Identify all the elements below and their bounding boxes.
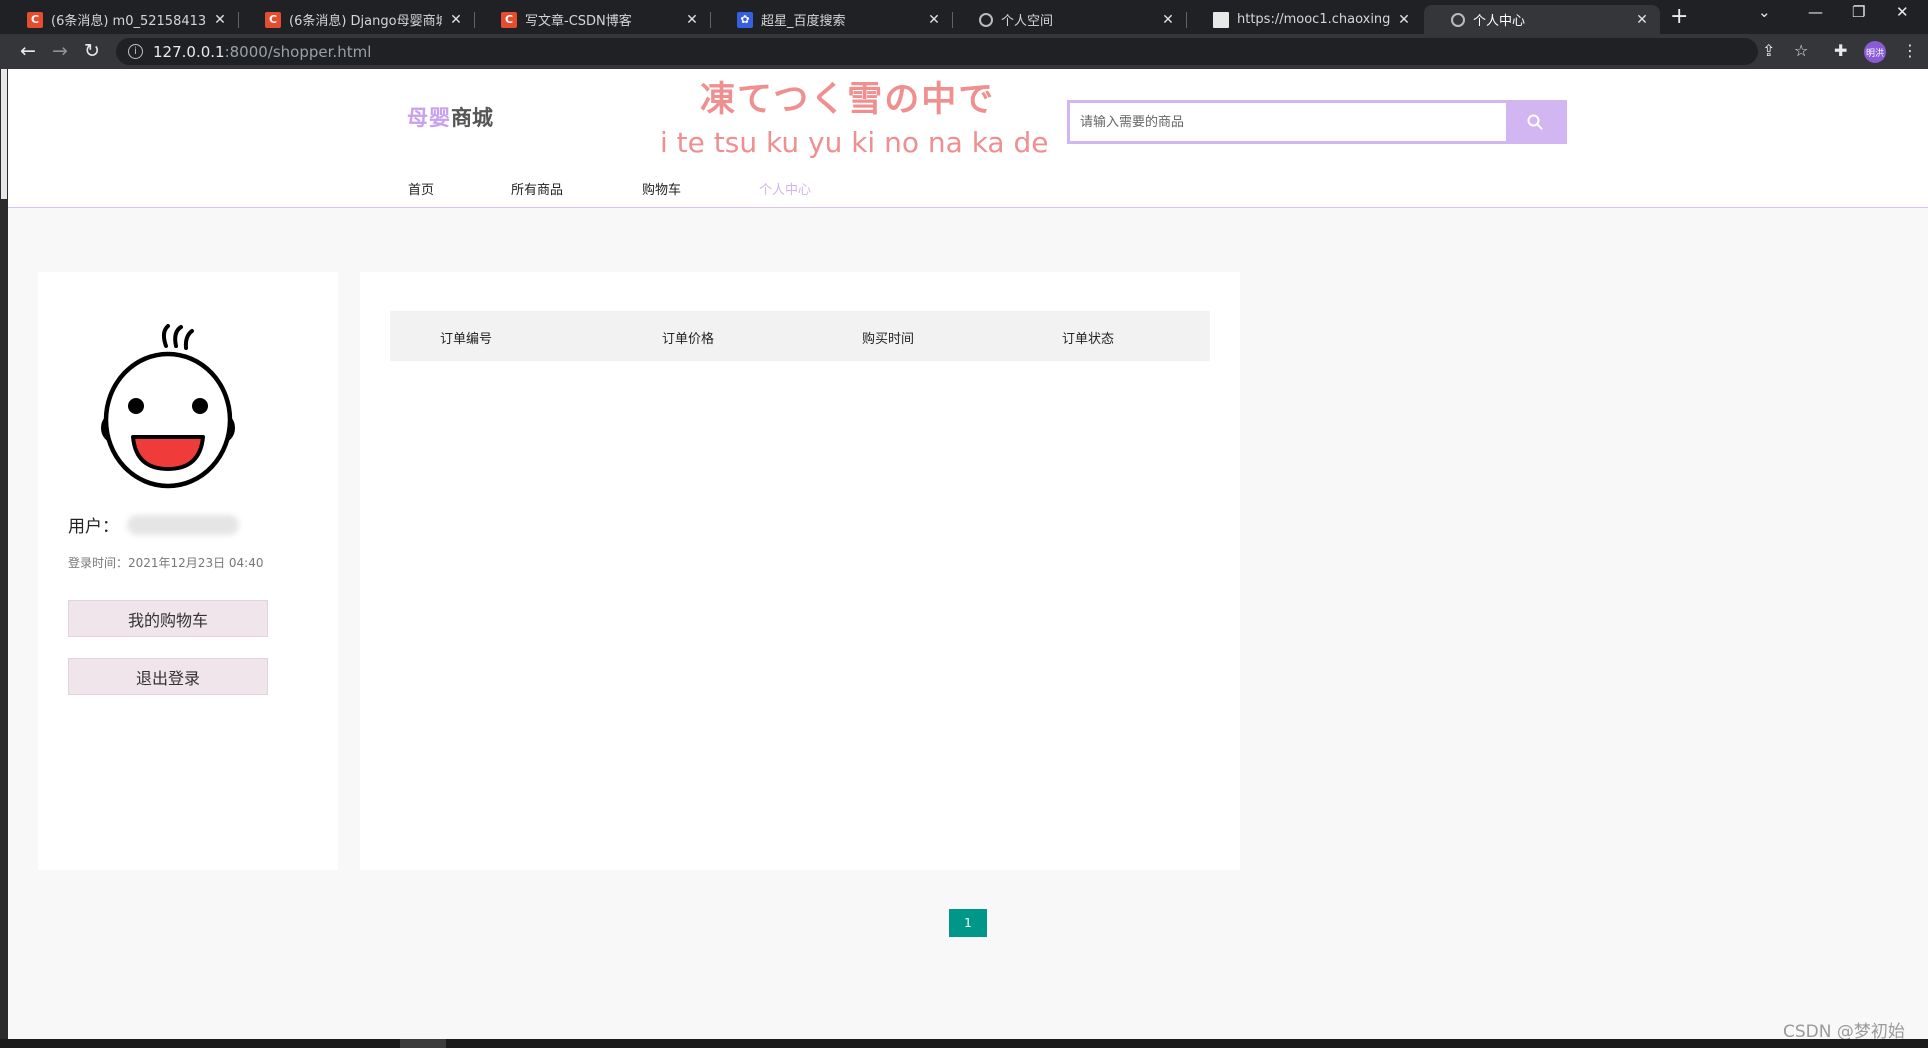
logout-button[interactable]: 退出登录 [68,658,268,695]
column-purchase-time: 购买时间 [862,332,915,347]
taskbar [0,1039,1928,1048]
nav-personal-center[interactable]: 个人中心 [759,179,811,198]
baidu-icon: ✿ [737,11,753,28]
pagination-page-current[interactable]: 1 [949,909,987,937]
browser-tab[interactable]: C (6条消息) m0_52158413的博客 ✕ [0,5,238,34]
address-bar[interactable]: i 127.0.0.1:8000/shopper.html [116,38,1758,65]
column-order-price: 订单价格 [662,332,715,347]
site-logo[interactable]: 母婴 商城 [407,102,493,132]
search-input[interactable] [1070,103,1506,141]
browser-tab[interactable]: C 写文章-CSDN博客 ✕ [474,5,710,34]
username-redacted [127,514,239,535]
csdn-icon: C [501,11,517,28]
close-icon[interactable]: ✕ [1634,12,1650,28]
browser-tab[interactable]: https://mooc1.chaoxing.com/ ✕ [1186,5,1422,34]
column-order-status: 订单状态 [1062,332,1115,347]
restore-icon[interactable]: ❐ [1852,3,1865,21]
profile-card: 用户： 登录时间：2021年12月23日 04:40 我的购物车 退出登录 [38,272,338,870]
banner-line-2: i te tsu ku yu ki no na ka de [660,126,1049,159]
orders-panel: 订单编号 订单价格 购买时间 订单状态 [360,272,1240,870]
tab-title: 超星_百度搜索 [761,14,846,29]
my-cart-button[interactable]: 我的购物车 [68,600,268,637]
globe-icon [1451,12,1465,27]
bookmark-star-icon[interactable]: ☆ [1794,41,1808,60]
orders-table-header: 订单编号 订单价格 购买时间 订单状态 [390,311,1210,361]
tab-title: https://mooc1.chaoxing.com/ [1237,12,1390,27]
globe-icon [979,12,993,27]
close-icon[interactable]: ✕ [684,12,700,28]
csdn-icon: C [27,11,43,28]
browser-tab-active[interactable]: 个人中心 ✕ [1424,5,1660,34]
share-icon[interactable]: ⇪ [1762,41,1775,60]
minimize-icon[interactable]: — [1808,3,1823,21]
username-row: 用户： [68,512,239,537]
close-icon[interactable]: ✕ [448,12,464,28]
close-icon[interactable]: ✕ [212,12,228,28]
login-time: 登录时间：2021年12月23日 04:40 [68,556,264,570]
close-icon[interactable]: ✕ [926,12,942,28]
tab-title: (6条消息) m0_52158413的博客 [51,14,206,29]
column-order-number: 订单编号 [440,332,493,347]
window-close-icon[interactable]: ✕ [1896,3,1909,21]
profile-avatar[interactable]: 明洪 [1864,41,1886,63]
browser-tab-strip: C (6条消息) m0_52158413的博客 ✕ C (6条消息) Djang… [0,0,1928,34]
user-label: 用户： [68,517,119,537]
search-icon [1527,114,1543,130]
page-icon [1213,11,1229,28]
nav-all-products[interactable]: 所有商品 [511,179,563,198]
baby-face-avatar [101,324,235,489]
side-strip [0,69,8,1039]
browser-tab[interactable]: ✿ 超星_百度搜索 ✕ [710,5,952,34]
info-icon[interactable]: i [128,44,143,59]
forward-icon[interactable]: → [52,40,68,62]
browser-tab[interactable]: 个人空间 ✕ [952,5,1186,34]
extensions-icon[interactable]: ✚ [1834,41,1847,60]
back-icon[interactable]: ← [20,40,36,62]
browser-toolbar: ← → ↻ i 127.0.0.1:8000/shopper.html ⇪ ☆ … [0,34,1928,69]
nav-cart[interactable]: 购物车 [642,179,681,198]
tab-title: 个人空间 [1001,14,1054,29]
logo-mark: 母婴 [407,106,451,130]
tab-title: 写文章-CSDN博客 [525,14,632,29]
close-icon[interactable]: ✕ [1160,12,1176,28]
browser-tab[interactable]: C (6条消息) Django母婴商城的设 ✕ [238,5,474,34]
reload-icon[interactable]: ↻ [84,40,100,62]
close-icon[interactable]: ✕ [1396,12,1412,28]
search-box [1067,100,1567,144]
new-tab-icon[interactable]: + [1670,4,1688,29]
url-host: 127.0.0.1 [153,42,225,61]
tab-title: 个人中心 [1473,14,1526,29]
site-header: 母婴 商城 凍てつく雪の中で i te tsu ku yu ki no na k… [8,69,1928,208]
search-button[interactable] [1506,103,1564,141]
url-path: :8000/shopper.html [224,42,372,61]
logo-name: 商城 [451,106,493,130]
banner-line-1: 凍てつく雪の中で [700,80,996,120]
nav-home[interactable]: 首页 [408,179,434,198]
tab-search-icon[interactable]: ⌄ [1758,3,1771,21]
tab-title: (6条消息) Django母婴商城的设 [289,14,442,29]
menu-dots-icon[interactable]: ⋮ [1902,41,1918,60]
csdn-icon: C [265,11,281,28]
